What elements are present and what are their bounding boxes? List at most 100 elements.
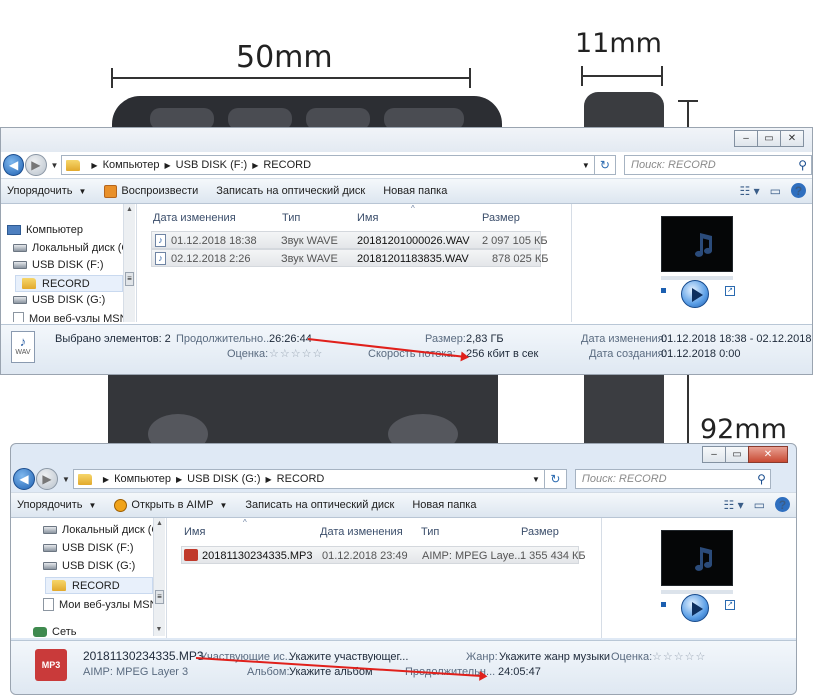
scroll-down-arrow[interactable]: ▼ xyxy=(154,624,164,636)
rating-stars[interactable]: ☆☆☆☆☆ xyxy=(269,347,323,360)
stop-icon[interactable] xyxy=(661,288,666,293)
breadcrumb-record[interactable]: RECORD xyxy=(263,159,311,171)
nav-item-network[interactable]: Сеть xyxy=(33,626,76,638)
column-header-date[interactable]: Дата изменения xyxy=(320,526,403,538)
nav-scrollbar[interactable]: ▲ ≡ xyxy=(123,204,135,322)
column-header-size[interactable]: Размер xyxy=(521,526,559,538)
breadcrumb-usb-disk[interactable]: USB DISK (G:) xyxy=(187,473,260,485)
back-button[interactable]: ◀ xyxy=(13,468,35,490)
column-header-name[interactable]: Имя xyxy=(357,212,378,224)
scroll-up-arrow[interactable]: ▲ xyxy=(154,518,165,530)
album-art xyxy=(661,216,733,272)
search-icon[interactable]: ⚲ xyxy=(757,472,766,486)
preview-pane-icon[interactable]: ▭ xyxy=(770,184,781,198)
view-options-icon[interactable]: ☷ ▾ xyxy=(740,184,760,198)
refresh-button[interactable]: ↻ xyxy=(594,155,617,175)
minimize-button[interactable]: – xyxy=(734,130,758,147)
genre-value[interactable]: Укажите жанр музыки xyxy=(499,651,610,663)
title-bar: – ▭ ✕ xyxy=(1,128,812,152)
open-in-aimp-button[interactable]: Открыть в AIMP ▼ xyxy=(114,498,227,512)
file-size: 2 097 105 КБ xyxy=(482,235,548,247)
nav-item-usb-disk-f[interactable]: USB DISK (F:) xyxy=(13,259,104,271)
column-header-size[interactable]: Размер xyxy=(482,212,520,224)
refresh-button[interactable]: ↻ xyxy=(544,469,567,489)
search-input[interactable]: Поиск: RECORD ⚲ xyxy=(624,155,812,175)
minimize-button[interactable]: – xyxy=(702,446,726,463)
forward-button[interactable]: ▶ xyxy=(25,154,47,176)
command-bar: Упорядочить ▼ Воспроизвести Записать на о… xyxy=(1,178,812,204)
title-bar: – ▭ ✕ xyxy=(11,444,796,466)
wav-file-icon: ♪ WAV xyxy=(11,331,35,363)
view-options-icon[interactable]: ☷ ▾ xyxy=(724,498,744,512)
table-row[interactable]: ♪ 01.12.2018 18:38 Звук WAVE 20181201000… xyxy=(151,231,548,249)
new-folder-button[interactable]: Новая папка xyxy=(383,185,447,197)
drive-icon xyxy=(43,544,57,552)
open-player-icon[interactable]: ↗ xyxy=(725,600,735,610)
nav-item-record[interactable]: RECORD xyxy=(45,577,153,594)
album-label: Альбом: xyxy=(247,666,290,678)
nav-item-local-disk[interactable]: Локальный диск (C: xyxy=(13,242,132,254)
nav-item-msn-sites[interactable]: Мои веб-узлы MSN xyxy=(13,312,128,322)
nav-item-computer[interactable]: Компьютер xyxy=(7,224,83,236)
maximize-button[interactable]: ▭ xyxy=(757,130,781,147)
scroll-up-arrow[interactable]: ▲ xyxy=(124,204,135,216)
address-bar[interactable]: ▶ Компьютер ▶ USB DISK (G:) ▶ RECORD ▼ xyxy=(72,469,545,489)
drive-icon xyxy=(13,261,27,269)
column-header-date[interactable]: Дата изменения xyxy=(153,212,236,224)
recent-pages-dropdown[interactable]: ▼ xyxy=(51,161,59,170)
column-header-type[interactable]: Тип xyxy=(282,212,300,224)
column-header-name[interactable]: Имя xyxy=(184,526,205,538)
content-area: Компьютер Локальный диск (C: USB DISK (F… xyxy=(1,204,812,322)
aimp-icon xyxy=(114,498,128,512)
help-icon[interactable]: ? xyxy=(791,183,806,198)
recent-pages-dropdown[interactable]: ▼ xyxy=(62,475,70,484)
table-row[interactable]: 20181130234335.MP3 01.12.2018 23:49 AIMP… xyxy=(181,546,586,564)
table-row[interactable]: ♪ 02.12.2018 2:26 Звук WAVE 201812011838… xyxy=(151,249,548,267)
search-input[interactable]: Поиск: RECORD ⚲ xyxy=(574,469,771,489)
close-button[interactable]: ✕ xyxy=(780,130,804,147)
breadcrumb-record[interactable]: RECORD xyxy=(277,473,325,485)
file-date: 01.12.2018 23:49 xyxy=(322,550,408,562)
mp3-file-icon: MP3 xyxy=(35,649,67,681)
burn-button[interactable]: Записать на оптический диск xyxy=(245,499,394,511)
breadcrumb-computer[interactable]: Компьютер xyxy=(114,473,171,485)
search-icon[interactable]: ⚲ xyxy=(798,158,807,172)
breadcrumb-computer[interactable]: Компьютер xyxy=(103,159,160,171)
play-icon[interactable] xyxy=(681,594,709,622)
play-icon[interactable] xyxy=(681,280,709,308)
organize-menu[interactable]: Упорядочить ▼ xyxy=(17,499,96,511)
nav-scrollbar[interactable]: ▲ ≡ ▼ xyxy=(153,518,165,636)
organize-menu[interactable]: Упорядочить ▼ xyxy=(7,185,86,197)
back-button[interactable]: ◀ xyxy=(3,154,25,176)
rating-stars[interactable]: ☆☆☆☆☆ xyxy=(652,650,706,663)
preview-pane: ↗ xyxy=(661,530,737,626)
nav-item-usb-disk-g[interactable]: USB DISK (G:) xyxy=(13,294,105,306)
scroll-thumb[interactable]: ≡ xyxy=(155,590,164,604)
close-button[interactable]: ✕ xyxy=(748,446,788,463)
help-icon[interactable]: ? xyxy=(775,497,790,512)
burn-button[interactable]: Записать на оптический диск xyxy=(216,185,365,197)
created-value: 01.12.2018 0:00 xyxy=(661,348,741,360)
open-player-icon[interactable]: ↗ xyxy=(725,286,735,296)
chevron-down-icon[interactable]: ▼ xyxy=(532,475,544,484)
column-header-type[interactable]: Тип xyxy=(421,526,439,538)
nav-item-usb-disk-f[interactable]: USB DISK (F:) xyxy=(43,542,134,554)
artists-value[interactable]: Укажите участвующег... xyxy=(289,651,408,663)
network-icon xyxy=(33,627,47,637)
forward-button[interactable]: ▶ xyxy=(36,468,58,490)
address-bar[interactable]: ▶ Компьютер ▶ USB DISK (F:) ▶ RECORD ▼ xyxy=(61,155,595,175)
scroll-thumb[interactable]: ≡ xyxy=(125,272,134,286)
breadcrumb-usb-disk[interactable]: USB DISK (F:) xyxy=(176,159,248,171)
rating-label: Оценка: xyxy=(227,348,269,360)
preview-pane-icon[interactable]: ▭ xyxy=(754,498,765,512)
play-button[interactable]: Воспроизвести xyxy=(104,184,198,198)
stop-icon[interactable] xyxy=(661,602,666,607)
nav-item-local-disk[interactable]: Локальный диск (C: xyxy=(43,524,162,536)
maximize-button[interactable]: ▭ xyxy=(725,446,749,463)
nav-item-msn-sites[interactable]: Мои веб-узлы MSN xyxy=(43,598,158,611)
new-folder-button[interactable]: Новая папка xyxy=(412,499,476,511)
nav-item-usb-disk-g[interactable]: USB DISK (G:) xyxy=(43,560,135,572)
duration-value: 26:26:44 xyxy=(269,333,312,345)
chevron-down-icon[interactable]: ▼ xyxy=(582,161,594,170)
nav-item-record[interactable]: RECORD xyxy=(15,275,123,292)
